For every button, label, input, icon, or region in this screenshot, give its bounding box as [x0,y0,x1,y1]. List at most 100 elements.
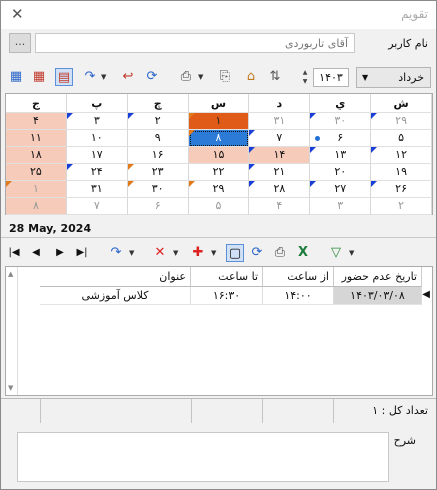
calendar-day[interactable]: ۱۱ [6,130,67,147]
calendar-day[interactable]: ۳ [66,113,128,130]
column-header-absence-date[interactable]: تاریخ عدم حضور [334,267,422,287]
year-input[interactable]: ۱۴۰۳ [313,68,349,87]
event-marker-icon [66,113,73,119]
calendar-day[interactable]: ۲۹ [371,113,432,130]
home-icon[interactable]: ⌂ [242,68,260,86]
calendar-grid-icon[interactable]: ▦ [7,68,25,86]
print-grid-icon[interactable]: ⎙ [271,244,289,262]
calendar-day[interactable]: ۲۶ [371,181,432,198]
sort-icon[interactable]: ⇅ [266,68,284,86]
calendar-day[interactable]: ۳۰ [310,113,372,130]
event-marker-icon [310,147,317,153]
calendar-day[interactable]: ۲۲ [188,164,250,181]
calendar-day[interactable]: ۱۴ [249,147,311,164]
excel-icon[interactable]: X [294,244,312,262]
calendar-day[interactable]: ۴ [6,113,67,130]
user-label: نام کاربر [388,37,428,50]
export-icon[interactable]: ⎘ [216,68,234,86]
calendar-day[interactable]: ۳۰ [127,181,189,198]
print-dropdown-icon[interactable]: ▼ [198,73,203,81]
event-marker-icon [66,164,73,170]
calendar-red-icon[interactable]: ▦ [30,68,48,86]
calendar-day[interactable]: ۲۱ [249,164,311,181]
grid-scrollbar[interactable]: ▲ ▼ [6,267,18,395]
add-icon[interactable]: ✚ [189,244,207,262]
calendar-day[interactable]: ۱ [6,181,67,198]
redo-dropdown-icon[interactable]: ▼ [101,73,106,81]
description-field[interactable] [17,432,389,482]
calendar-day[interactable]: ۲۹ [188,181,250,198]
browse-user-button[interactable]: ... [9,33,31,53]
calendar-day[interactable]: ۲۳ [127,164,189,181]
calendar-day[interactable]: ۳ [310,198,372,215]
calendar-day[interactable]: ۵ [188,198,250,215]
calendar-day[interactable]: ۱۷ [66,147,128,164]
close-icon[interactable]: ✕ [11,5,24,23]
column-header-title[interactable]: عنوان [40,267,191,287]
selected-date-bar: 28 May, 2024 [1,218,436,238]
calendar-day[interactable]: ۳۱ [249,113,311,130]
calendar-day[interactable]: ۲ [127,113,189,130]
calendar-day[interactable]: ۲۷ [310,181,372,198]
table-cell-to-time[interactable]: ۱۶:۳۰ [191,287,263,305]
calendar-day[interactable]: ۱۹ [371,164,432,181]
column-header-from-time[interactable]: از ساعت [263,267,334,287]
calendar-day[interactable]: ۲۵ [6,164,67,181]
calendar-day[interactable]: ۶ [127,198,189,215]
calendar-day[interactable]: ۱۰ [66,130,128,147]
calendar-day[interactable]: ۱۳ [310,147,372,164]
refresh-icon[interactable]: ⟳ [143,68,161,86]
next-record-icon[interactable]: ▶ [51,244,69,262]
calendar-day[interactable]: ۲۸ [249,181,311,198]
calendar-day[interactable]: ۹ [127,130,189,147]
user-field[interactable]: آقای تاربوردی [35,33,355,53]
calendar-day[interactable]: ۱۵ [188,147,250,164]
goto-icon[interactable]: ↩ [119,68,137,86]
column-header-to-time[interactable]: تا ساعت [191,267,263,287]
calendar-day[interactable]: ۸ [6,198,67,215]
filter-dropdown-icon[interactable]: ▼ [349,249,354,257]
month-select-value: خرداد [398,71,424,84]
redo-record-dropdown-icon[interactable]: ▼ [129,249,134,257]
table-cell-title[interactable]: کلاس آموزشی [40,287,191,305]
add-dropdown-icon[interactable]: ▼ [211,249,216,257]
calendar-day[interactable]: ۵ [371,130,432,147]
calendar-day[interactable]: ۲۰ [310,164,372,181]
title-bar: تقویم ✕ [1,1,436,29]
calendar-day[interactable]: ۴ [249,198,311,215]
calendar-day[interactable]: ۱۶ [127,147,189,164]
scroll-down-icon[interactable]: ▼ [8,384,13,392]
delete-dropdown-icon[interactable]: ▼ [173,249,178,257]
calendar-day[interactable]: ۱۲ [371,147,432,164]
calendar-day[interactable]: ۸ [188,130,250,147]
month-select[interactable]: خرداد ▼ [356,67,431,88]
prev-record-icon[interactable]: ◀ [27,244,45,262]
calendar-day[interactable]: ۱۸ [6,147,67,164]
filter-icon[interactable]: ▽ [327,244,345,262]
weekday-header: پ [66,94,128,113]
table-cell-from-time[interactable]: ۱۴:۰۰ [263,287,334,305]
first-record-icon[interactable]: |◀ [5,244,23,262]
calendar-day[interactable]: ۲۴ [66,164,128,181]
month-view-icon[interactable]: ▤ [55,68,73,86]
year-stepper[interactable]: ▲ ▼ [299,68,311,87]
refresh-grid-icon[interactable]: ⟳ [248,244,266,262]
calendar-day[interactable]: ۳۱ [66,181,128,198]
calendar-day[interactable]: ۱ [188,113,250,130]
calendar-day[interactable]: ۶ [310,130,372,147]
print-icon[interactable]: ⎙ [177,68,195,86]
last-record-icon[interactable]: ▶| [73,244,91,262]
scroll-up-icon[interactable]: ▲ [8,270,13,278]
calendar-day[interactable]: ۷ [249,130,311,147]
note-dot-icon [315,136,321,141]
calendar-day[interactable]: ۲ [371,198,432,215]
window-title: تقویم [401,7,428,21]
redo-record-icon[interactable]: ↷ [107,244,125,262]
calendar-day[interactable]: ۷ [66,198,128,215]
table-cell-absence-date[interactable]: ۱۴۰۳/۰۳/۰۸ [334,287,422,305]
delete-icon[interactable]: ✕ [151,244,169,262]
edit-icon[interactable]: ▢ [226,244,244,262]
redo-icon[interactable]: ↷ [81,68,99,86]
event-marker-icon [6,181,13,187]
event-marker-icon [127,164,134,170]
